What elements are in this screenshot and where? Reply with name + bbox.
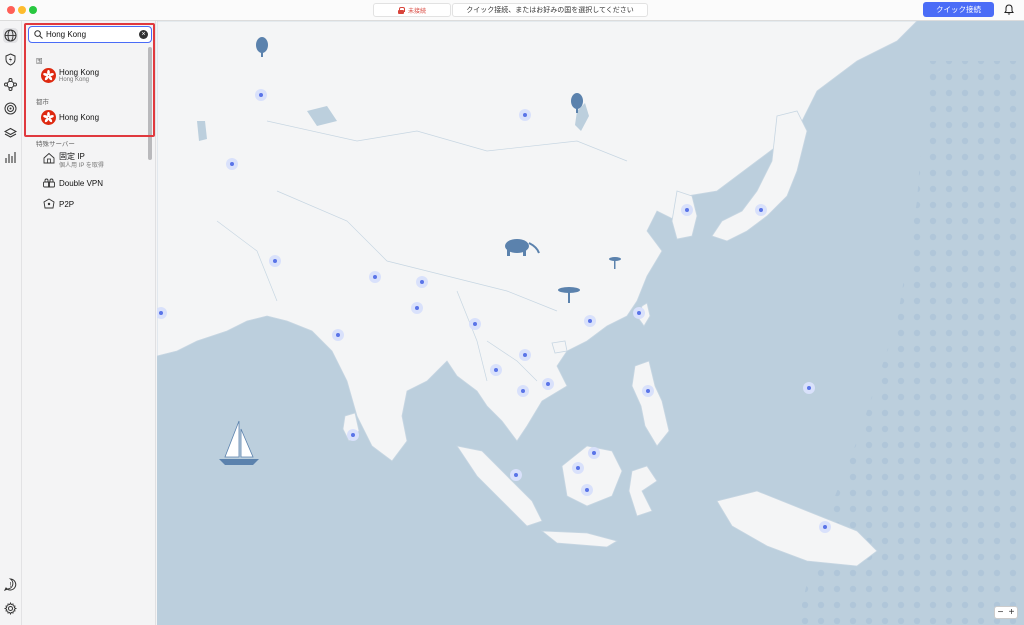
svg-text:!: ! (10, 582, 12, 589)
house-icon (43, 152, 55, 164)
meshnet-icon[interactable] (3, 77, 18, 92)
search-icon (34, 30, 43, 39)
unlock-icon (397, 6, 405, 14)
special-item-title: Double VPN (59, 179, 104, 188)
shield-bolt-icon[interactable] (3, 52, 18, 67)
map-zoom-control: − + (994, 606, 1018, 619)
close-window-button[interactable] (7, 6, 15, 14)
hong-kong-flag-icon (41, 110, 56, 125)
bell-icon[interactable] (1004, 4, 1014, 15)
connection-hint: クイック接続、またはお好みの国を選択してください (452, 3, 648, 17)
map-canvas (157, 21, 1024, 625)
maximize-window-button[interactable] (29, 6, 37, 14)
country-section-label: 国 (36, 58, 43, 65)
settings-icon[interactable] (3, 601, 18, 616)
connection-status: 未接続 (373, 3, 451, 17)
stats-icon[interactable] (3, 150, 18, 165)
result-title: Hong Kong (59, 113, 100, 122)
sailboat-decoration-icon (219, 420, 259, 465)
search-field[interactable]: × (28, 26, 152, 43)
results-scrollbar[interactable] (148, 47, 152, 160)
clear-search-icon[interactable]: × (139, 30, 148, 39)
connection-status-text: 未接続 (407, 8, 426, 15)
result-city-hong-kong[interactable]: Hong Kong (40, 108, 140, 128)
special-item-p2p[interactable]: P2P (43, 196, 143, 214)
special-servers-label: 特殊サーバー (36, 141, 75, 148)
zoom-out-button[interactable]: − (995, 607, 1006, 618)
minimize-window-button[interactable] (18, 6, 26, 14)
result-country-hong-kong[interactable]: Hong Kong Hong Kong (40, 66, 140, 86)
title-bar: 未接続 クイック接続、またはお好みの国を選択してください クイック接続 (0, 0, 1024, 21)
quick-connect-button[interactable]: クイック接続 (923, 2, 994, 17)
layers-icon[interactable] (3, 126, 18, 141)
result-subtitle: Hong Kong (59, 77, 90, 83)
special-item-subtitle: 個人用 IP を取得 (59, 163, 104, 169)
asia-landmass (157, 21, 918, 462)
target-icon[interactable] (3, 101, 18, 116)
special-item-double-vpn[interactable]: Double VPN (43, 175, 143, 193)
hong-kong-flag-icon (41, 68, 56, 83)
help-icon[interactable]: ! (3, 577, 18, 592)
zoom-in-button[interactable]: + (1006, 607, 1017, 618)
globe-icon[interactable] (3, 28, 18, 43)
p2p-icon (43, 198, 55, 209)
world-map[interactable] (157, 21, 1024, 625)
special-item-title: P2P (59, 200, 75, 209)
search-input[interactable] (46, 29, 136, 40)
city-section-label: 都市 (36, 99, 49, 106)
result-title: Hong Kong (59, 68, 100, 77)
double-lock-icon (43, 178, 55, 188)
special-item-dedicated-ip[interactable]: 固定 IP 個人用 IP を取得 (43, 150, 143, 169)
nav-rail: ! (0, 21, 22, 625)
